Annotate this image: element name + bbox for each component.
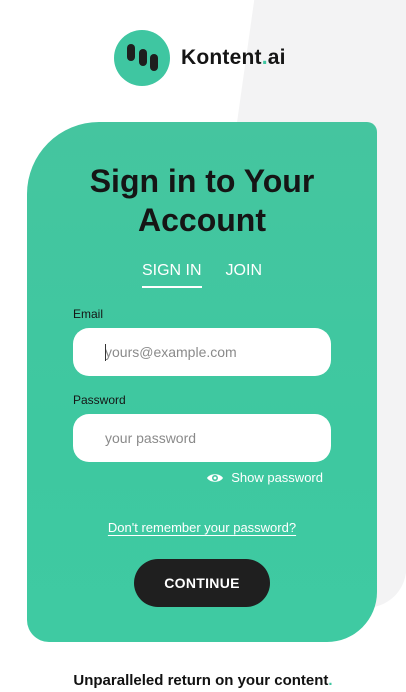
tagline-dot: . — [328, 672, 333, 689]
eye-icon — [207, 473, 224, 482]
forgot-password-link[interactable]: Don't remember your password? — [108, 520, 296, 535]
email-field[interactable] — [73, 328, 331, 376]
signin-card: Sign in to Your Account SIGN IN JOIN Ema… — [27, 122, 377, 642]
tab-sign-in[interactable]: SIGN IN — [141, 262, 202, 288]
brand-name-main: Kontent — [181, 46, 262, 69]
text-cursor — [105, 344, 106, 361]
tagline-text: Unparalleled return on your content — [73, 672, 329, 689]
email-label: Email — [73, 307, 104, 321]
show-password-toggle[interactable]: Show password — [206, 470, 323, 485]
tagline: Unparalleled return on your content. — [0, 672, 406, 689]
kontent-logo-icon — [114, 30, 170, 86]
tab-join[interactable]: JOIN — [226, 262, 262, 288]
brand-name-suffix: ai — [267, 46, 286, 69]
password-label: Password — [73, 393, 126, 407]
brand-name: Kontent.ai — [181, 46, 286, 70]
password-field[interactable] — [73, 414, 331, 462]
brand-logo: Kontent.ai — [114, 30, 286, 86]
forgot-password-row: Don't remember your password? — [27, 519, 377, 537]
show-password-label: Show password — [231, 470, 323, 485]
page-title: Sign in to Your Account — [89, 163, 315, 238]
continue-button[interactable]: CONTINUE — [134, 559, 270, 607]
auth-tabs: SIGN IN JOIN — [27, 262, 377, 288]
